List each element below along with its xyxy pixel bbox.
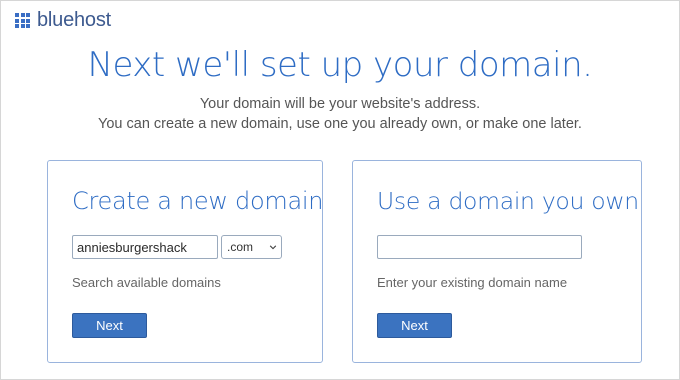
page-title: Next we'll set up your domain. xyxy=(87,45,593,85)
create-domain-next-button[interactable]: Next xyxy=(72,313,147,338)
own-domain-next-button[interactable]: Next xyxy=(377,313,452,338)
chevron-down-icon xyxy=(269,245,277,250)
tld-selected-value: .com xyxy=(227,240,254,254)
create-domain-hint: Search available domains xyxy=(72,275,221,290)
tld-select[interactable]: .com xyxy=(221,235,282,259)
own-domain-title: Use a domain you own xyxy=(377,187,639,215)
brand-name: bluehost xyxy=(37,9,112,31)
existing-domain-input[interactable] xyxy=(377,235,582,259)
own-domain-hint: Enter your existing domain name xyxy=(377,275,568,290)
subtitle-line-1: Your domain will be your website's addre… xyxy=(199,96,481,112)
subtitle-line-2: You can create a new domain, use one you… xyxy=(98,116,582,132)
create-domain-card: Create a new domain .com Search availabl… xyxy=(47,160,323,363)
brand-logo[interactable]: bluehost xyxy=(15,9,111,32)
setup-domain-page: bluehost Next we'll set up your domain. … xyxy=(0,0,680,380)
own-domain-card: Use a domain you own Enter your existing… xyxy=(352,160,642,363)
new-domain-input[interactable] xyxy=(72,235,218,259)
create-domain-title: Create a new domain xyxy=(72,187,324,215)
grid-logo-icon xyxy=(15,13,30,28)
